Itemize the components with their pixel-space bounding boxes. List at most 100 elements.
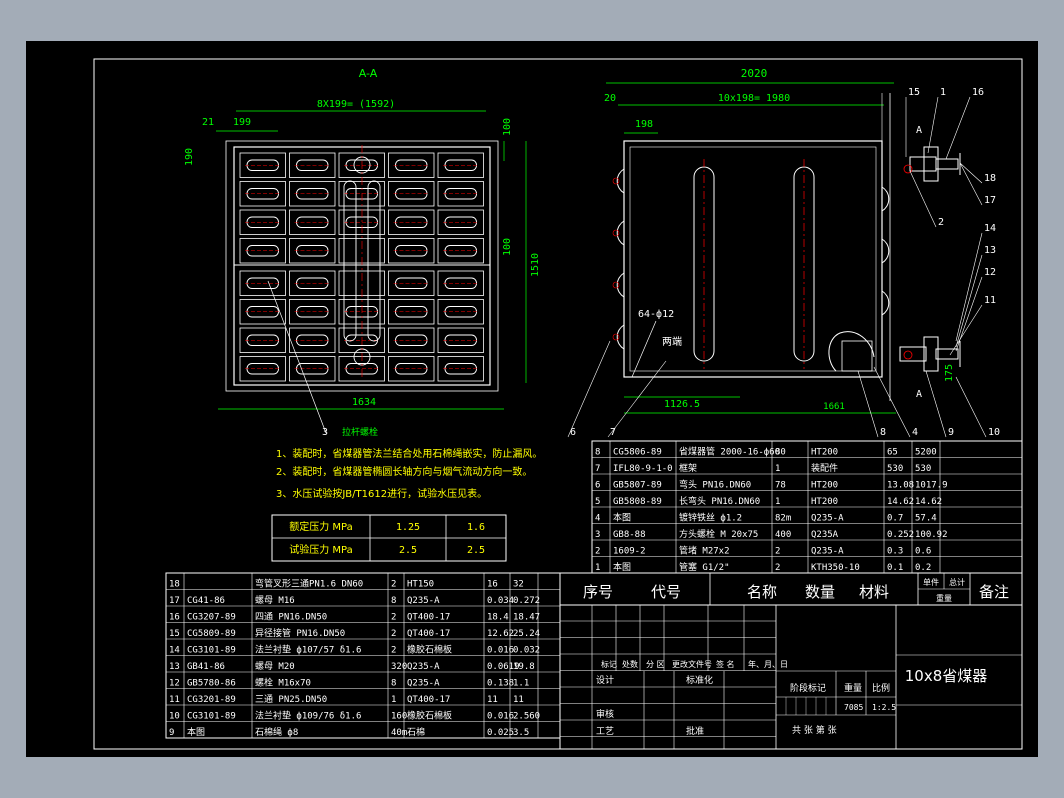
drawing-sheet: A-A 8X199= (1592) 21 199 190 100 100 151… <box>26 41 1038 757</box>
bom-upper-cell: 本图 <box>613 561 631 573</box>
test-pressure-1: 2.5 <box>399 545 417 556</box>
hdr-code: 代号 <box>651 583 681 601</box>
hdr-weight: 重量 <box>936 593 952 603</box>
test-pressure-2: 2.5 <box>467 545 485 556</box>
tb-scale-val: 1:2.5 <box>872 703 896 712</box>
note-2: 2、装配时，省煤器管椭圆长轴方向与烟气流动方向一致。 <box>276 465 532 478</box>
bom-lower-cell: 18.47 <box>513 613 540 623</box>
tb-r1-5: 年、月、日 <box>748 659 788 669</box>
bom-upper-cell: Q235-A <box>811 514 844 524</box>
bom-lower-cell: CG5809-89 <box>187 629 236 639</box>
rated-pressure-2: 1.6 <box>467 522 485 533</box>
title-block: 10x8省煤器 标记 处数 分 区 更改文件号 签 名 年、月、日 设计 标准化… <box>559 604 1023 750</box>
tb-stage: 阶段标记 <box>790 682 826 694</box>
bom-upper-cell: 长弯头 PN16.DN60 <box>679 495 760 507</box>
bom-upper-cell: 6 <box>595 481 600 491</box>
bom-upper-cell: 0.252 <box>887 530 914 540</box>
bom-lower-cell: 橡胶石棉板 <box>407 644 452 656</box>
balloon-label: 7 <box>610 427 616 438</box>
bom-lower-cell: 2 <box>391 613 396 623</box>
bom-lower-cell: 10 <box>169 712 180 722</box>
bom-lower-cell: 11 <box>487 695 498 705</box>
bom-lower-cell: 螺栓 M16x70 <box>255 677 311 689</box>
balloon-label: 10 <box>988 427 1000 438</box>
bom-lower-cell: 石棉绳 ф8 <box>255 726 298 738</box>
tb-approve: 批准 <box>686 725 704 737</box>
bom-upper-cell: 框架 <box>679 462 697 474</box>
bom-upper-cell: 1 <box>775 497 780 507</box>
bom-upper-cell: 3 <box>595 530 600 540</box>
bom-lower-cell: CG3101-89 <box>187 712 236 722</box>
dim-1126: 1126.5 <box>664 399 700 410</box>
note-3: 3、水压试验按JB/T1612进行，试验水压见表。 <box>276 487 487 500</box>
bom-lower-cell: 法兰衬垫 ф107/57 δ1.6 <box>255 644 361 656</box>
tb-r1-1: 处数 <box>622 659 638 669</box>
bom-lower-cell: 螺母 M16 <box>255 595 295 606</box>
cad-drawing: A-A 8X199= (1592) 21 199 190 100 100 151… <box>93 58 1023 750</box>
bom-lower-cell: 四通 PN16.DN50 <box>255 612 327 623</box>
note-1: 1、装配时，省煤器管法兰结合处用石棉绳嵌实，防止漏风。 <box>276 447 542 460</box>
bom-upper-cell: 本图 <box>613 512 631 524</box>
bom-upper-cell: 14.62 <box>915 497 942 507</box>
bom-upper-cell: 4 <box>595 514 600 524</box>
bom-upper-cell: 2 <box>775 547 780 557</box>
section-view: A-A 8X199= (1592) 21 199 190 100 100 151… <box>184 67 541 438</box>
balloon-label: 1 <box>940 87 946 98</box>
bom-upper-cell: 78 <box>775 481 786 491</box>
bom-upper-cell: GB5807-89 <box>613 481 662 491</box>
bom-upper-cell: 省煤器管 2000-16-ф60 <box>679 446 780 458</box>
bom-lower-cell: 320 <box>391 662 407 672</box>
bom-lower-cell: 14 <box>169 646 180 656</box>
return-bends <box>612 168 890 350</box>
bom-upper-cell: 5 <box>595 497 600 507</box>
bom-upper-table: 8 CG5806-89 省煤器管 2000-16-ф6080 HT200 65 52007… <box>591 440 1023 574</box>
bom-lower-cell: 三通 PN25.DN50 <box>255 694 327 705</box>
bom-upper-cell: 7 <box>595 464 600 474</box>
bom-lower-cell: 1 <box>391 695 396 705</box>
bom-lower-cell: 25.24 <box>513 629 540 639</box>
bom-upper-cell: 65 <box>887 448 898 458</box>
bom-upper-cell: 弯头 PN16.DN60 <box>679 479 751 491</box>
tb-design: 设计 <box>596 674 614 686</box>
bom-upper-cell: 1 <box>775 464 780 474</box>
bom-lower-cell: Q235-A <box>407 596 440 606</box>
bom-upper-cell: 8 <box>595 448 600 458</box>
bom-lower-cell: 2.560 <box>513 712 540 722</box>
bom-upper-cell: GB8-88 <box>613 530 646 540</box>
balloon-label: 2 <box>938 217 944 228</box>
tb-scale: 比例 <box>872 682 890 694</box>
dim-top: 8X199= (1592) <box>317 99 395 110</box>
bom-header: 序号 代号 名称 数量 材料 单件 总计 重量 备注 <box>559 572 1023 606</box>
bom-upper-cell: HT200 <box>811 448 838 458</box>
bom-lower-cell: 16 <box>487 580 498 590</box>
hdr-total-wt: 总计 <box>949 577 965 587</box>
tb-r1-0: 标记 <box>601 659 617 669</box>
bom-lower-cell: QT400-17 <box>407 629 450 639</box>
bom-lower-cell: 2 <box>391 629 396 639</box>
bom-lower-cell: HT150 <box>407 580 434 590</box>
dim-199: 199 <box>233 117 251 128</box>
bom-lower-cell: Q235-A <box>407 679 440 689</box>
dim-190: 190 <box>184 148 195 166</box>
balloon-label: 16 <box>972 87 984 98</box>
tie-rod-label: 拉杆螺栓 <box>342 426 378 438</box>
bom-lower-cell: 0.272 <box>513 596 540 606</box>
bom-upper-cell: HT200 <box>811 481 838 491</box>
dim-1634: 1634 <box>352 397 376 408</box>
bom-upper-cell: Q235-A <box>811 547 844 557</box>
bom-upper-cell: 100.92 <box>915 530 948 540</box>
dim-2020: 2020 <box>741 67 768 80</box>
bom-upper-cell: 0.1 <box>887 563 903 573</box>
bom-lower-cell: 2 <box>391 646 396 656</box>
bom-upper-cell: 400 <box>775 530 791 540</box>
balloon-label: 6 <box>570 427 576 438</box>
bom-lower-cell: 2 <box>391 580 396 590</box>
dim-20: 20 <box>604 93 616 104</box>
bom-upper-cell: 530 <box>887 464 903 474</box>
bom-lower-cell: 18 <box>169 580 180 590</box>
bom-lower-cell: 11 <box>513 695 524 705</box>
bom-lower-cell: 石棉 <box>407 726 425 738</box>
section-mark-bottom: A <box>916 389 922 400</box>
bom-upper-cell: 2 <box>775 563 780 573</box>
bom-upper-cell: 镀锌铁丝 ф1.2 <box>679 512 742 524</box>
